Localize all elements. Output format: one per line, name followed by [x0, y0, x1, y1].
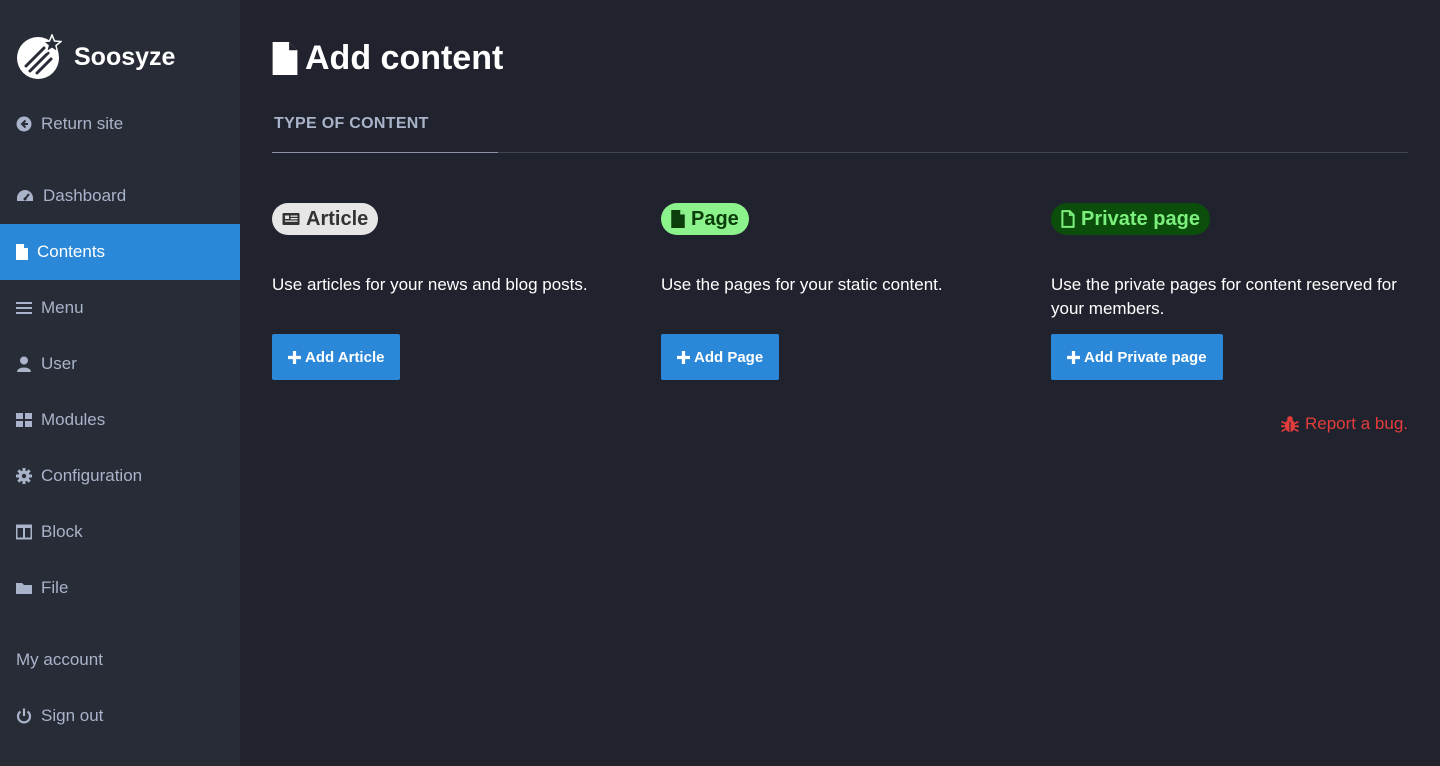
plus-icon: [677, 350, 690, 364]
content-type-name: Page: [691, 207, 739, 230]
content-type-name: Private page: [1081, 207, 1200, 230]
sidebar-item-label: Dashboard: [43, 186, 127, 205]
add-private-page-button[interactable]: Add Private page: [1051, 334, 1223, 380]
sidebar-item-contents[interactable]: Contents: [0, 224, 240, 280]
content-type-description: Use articles for your news and blog post…: [272, 275, 588, 294]
content-type-name: Article: [306, 207, 369, 230]
report-bug-link[interactable]: Report a bug.: [1280, 412, 1408, 436]
tachometer-icon: [16, 188, 34, 204]
sidebar-item-user[interactable]: User: [0, 336, 240, 392]
content-type-card-private-page: Private page Use the private pages for c…: [1051, 203, 1411, 380]
report-bug-label: Report a bug.: [1304, 414, 1408, 433]
content-type-card-page: Page Use the pages for your static conte…: [661, 203, 1021, 380]
sidebar-item-label: File: [41, 578, 69, 597]
user-icon: [16, 356, 32, 372]
content-type-badge: Private page: [1051, 203, 1210, 235]
page-title-text: Add content: [305, 38, 504, 77]
folder-icon: [16, 580, 32, 596]
bug-icon: [1280, 416, 1299, 433]
page-title: Add content: [272, 38, 503, 78]
sidebar-item-label: User: [41, 354, 77, 373]
content-type-description: Use the pages for your static content.: [661, 275, 943, 294]
return-site-label: Return site: [41, 114, 124, 133]
sidebar-item-modules[interactable]: Modules: [0, 392, 240, 448]
tab-type-of-content[interactable]: TYPE OF CONTENT: [272, 104, 498, 153]
sidebar-item-label: Contents: [37, 242, 106, 261]
sidebar-item-configuration[interactable]: Configuration: [0, 448, 240, 504]
sidebar-item-label: Menu: [41, 298, 84, 317]
return-site-link[interactable]: Return site: [0, 96, 240, 152]
sidebar-item-label: Block: [41, 522, 83, 541]
main-content: Add content TYPE OF CONTENT Article Use …: [272, 0, 1408, 766]
file-icon: [272, 41, 298, 75]
bars-icon: [16, 300, 32, 316]
content-type-badge: Article: [272, 203, 379, 235]
circle-arrow-left-icon: [16, 116, 32, 132]
sign-out-link[interactable]: Sign out: [0, 688, 240, 744]
newspaper-icon: [282, 213, 300, 225]
brand-name: Soosyze: [74, 42, 176, 71]
content-type-card-article: Article Use articles for your news and b…: [272, 203, 632, 380]
brand[interactable]: Soosyze: [16, 34, 175, 80]
sidebar-item-dashboard[interactable]: Dashboard: [0, 168, 240, 224]
plus-icon: [288, 350, 301, 364]
plus-icon: [1067, 350, 1080, 364]
content-type-badge: Page: [661, 203, 749, 235]
file-icon: [671, 210, 685, 228]
cog-icon: [16, 468, 32, 484]
file-outline-icon: [1061, 210, 1075, 228]
sidebar-item-label: Modules: [41, 410, 106, 429]
add-article-label: Add Article: [305, 348, 385, 366]
sidebar: Soosyze Return site Dashboard Contents M…: [0, 0, 240, 766]
power-icon: [16, 708, 32, 724]
my-account-link[interactable]: My account: [0, 632, 240, 688]
my-account-label: My account: [16, 650, 103, 669]
file-icon: [16, 244, 28, 260]
add-article-button[interactable]: Add Article: [272, 334, 401, 380]
add-private-page-label: Add Private page: [1084, 348, 1207, 366]
sidebar-item-menu[interactable]: Menu: [0, 280, 240, 336]
add-page-label: Add Page: [694, 348, 764, 366]
sidebar-item-label: Configuration: [41, 466, 143, 485]
cubes-icon: [16, 412, 32, 428]
sidebar-item-file[interactable]: File: [0, 560, 240, 616]
columns-icon: [16, 524, 32, 540]
shooting-star-logo: [17, 34, 62, 79]
tabs: TYPE OF CONTENT: [272, 104, 1408, 153]
content-type-description: Use the private pages for content reserv…: [1051, 275, 1397, 318]
sidebar-item-block[interactable]: Block: [0, 504, 240, 560]
sign-out-label: Sign out: [41, 706, 104, 725]
add-page-button[interactable]: Add Page: [661, 334, 780, 380]
